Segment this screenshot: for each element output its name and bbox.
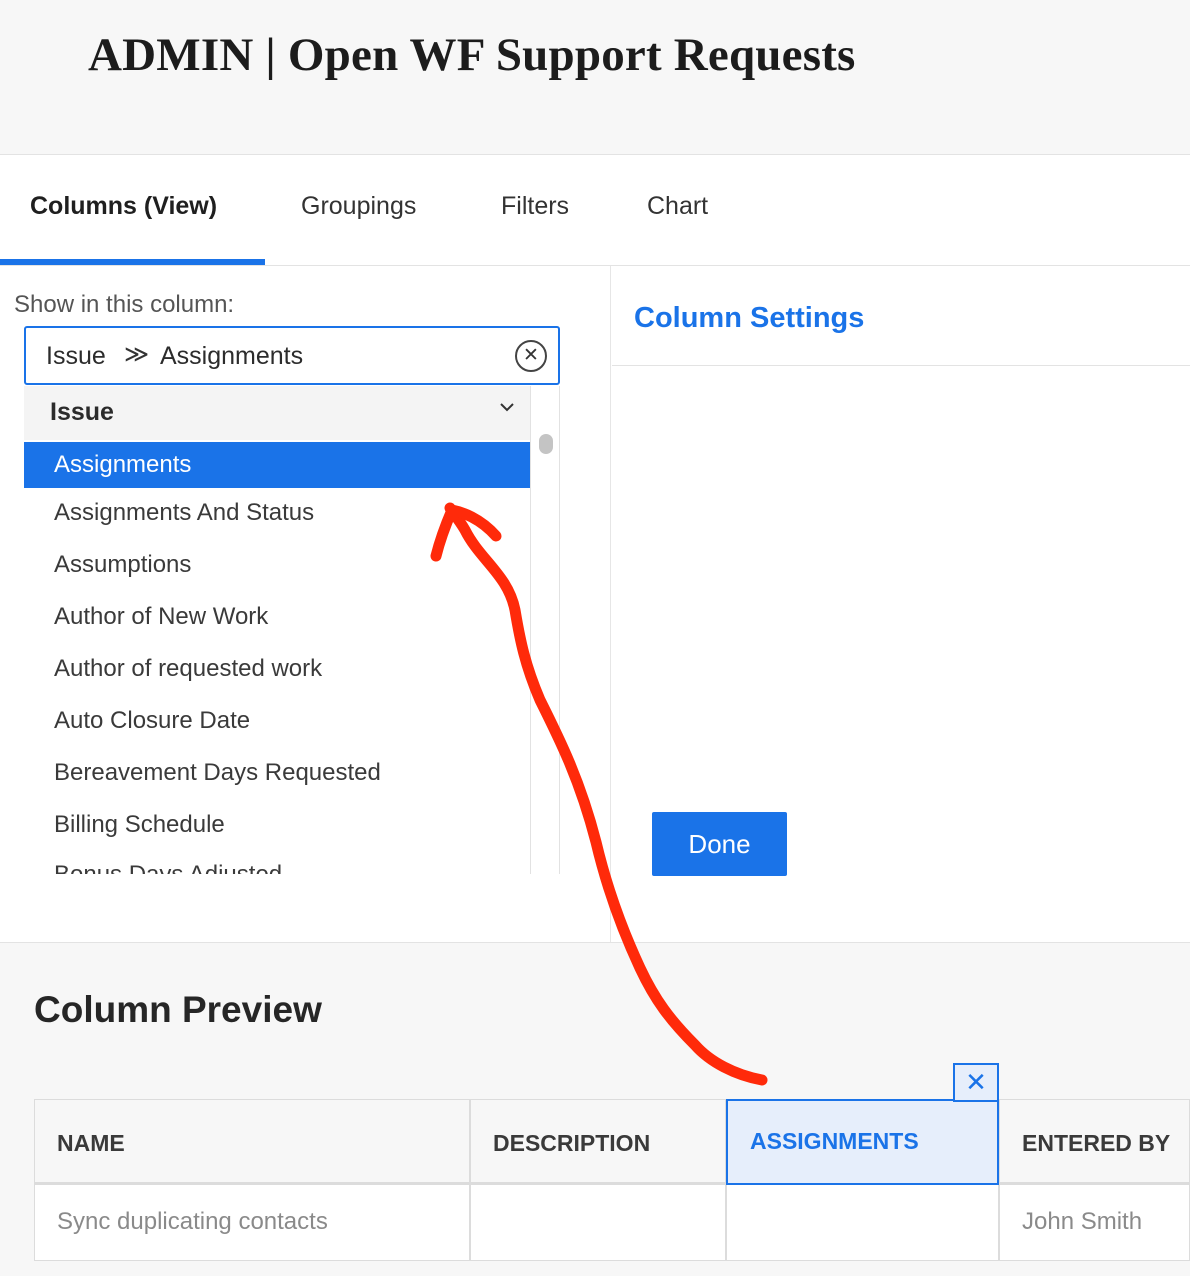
settings-divider	[612, 365, 1190, 366]
scrollbar-thumb[interactable]	[539, 434, 553, 454]
field-name: Assignments	[160, 342, 304, 370]
dropdown-option[interactable]: Bonus Days Adjusted	[24, 852, 530, 874]
dropdown-option[interactable]: Billing Schedule	[24, 802, 530, 848]
table-cell-assignments	[726, 1185, 999, 1261]
dropdown-option[interactable]: Author of New Work	[24, 594, 530, 640]
page-title: ADMIN | Open WF Support Requests	[88, 29, 856, 81]
tab-filters[interactable]: Filters	[501, 192, 569, 221]
tab-columns-view[interactable]: Columns (View)	[30, 192, 217, 221]
active-tab-indicator	[0, 259, 265, 265]
tab-bar: Columns (View) Groupings Filters Chart	[0, 156, 1190, 266]
column-header-assignments[interactable]: ASSIGNMENTS	[726, 1099, 999, 1185]
dropdown-option[interactable]: Assignments And Status	[24, 490, 530, 536]
circle-x-icon: ✕	[523, 345, 539, 366]
done-button[interactable]: Done	[652, 812, 787, 876]
column-preview-title: Column Preview	[34, 989, 322, 1030]
dropdown-group-issue[interactable]: Issue	[24, 386, 530, 440]
column-settings-panel: Column Settings Done	[612, 266, 1190, 942]
dropdown-option-assignments[interactable]: Assignments	[24, 442, 530, 488]
preview-table: NAME DESCRIPTION ASSIGNMENTS ENTERED BY …	[34, 1099, 1190, 1263]
tab-groupings[interactable]: Groupings	[301, 192, 416, 221]
dropdown-option[interactable]: Bereavement Days Requested	[24, 750, 530, 796]
chevron-down-icon	[498, 396, 516, 422]
dropdown-option[interactable]: Assumptions	[24, 542, 530, 588]
dropdown-scrollbar[interactable]	[530, 386, 560, 874]
table-cell-name: Sync duplicating contacts	[34, 1185, 470, 1261]
column-preview-section: Column Preview NAME DESCRIPTION ASSIGNME…	[0, 942, 1190, 1276]
page-header: ADMIN | Open WF Support Requests	[0, 0, 1190, 155]
column-header-name[interactable]: NAME	[34, 1099, 470, 1185]
field-dropdown-list[interactable]: Issue Assignments Assignments And Status…	[24, 386, 560, 874]
column-header-entered-by[interactable]: ENTERED BY	[999, 1099, 1190, 1185]
field-object: Issue	[46, 342, 106, 370]
table-cell-description	[470, 1185, 726, 1261]
group-label: Issue	[50, 398, 114, 426]
dropdown-option[interactable]: Auto Closure Date	[24, 698, 530, 744]
clear-field-button[interactable]: ✕	[515, 340, 547, 372]
column-field-panel: Show in this column: Issue ≫ Assignments…	[0, 266, 611, 942]
table-cell-entered-by: John Smith	[999, 1185, 1190, 1261]
tab-chart[interactable]: Chart	[647, 192, 708, 221]
remove-column-button[interactable]: ✕	[953, 1063, 999, 1102]
column-header-description[interactable]: DESCRIPTION	[470, 1099, 726, 1185]
show-in-column-label: Show in this column:	[14, 291, 235, 318]
double-chevron-right-icon: ≫	[124, 341, 150, 368]
close-icon: ✕	[965, 1067, 987, 1097]
column-settings-title: Column Settings	[634, 302, 865, 334]
field-selector-input[interactable]: Issue ≫ Assignments ✕	[24, 326, 560, 385]
dropdown-option[interactable]: Author of requested work	[24, 646, 530, 692]
